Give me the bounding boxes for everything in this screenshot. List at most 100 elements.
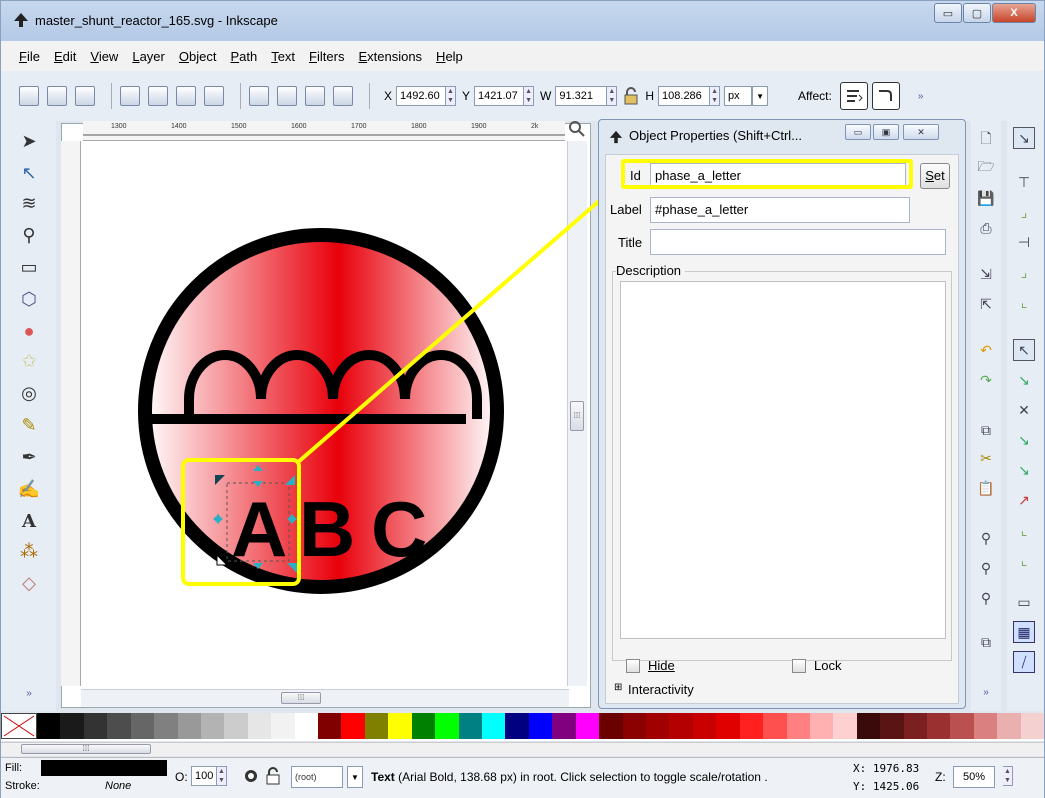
chevron-down-icon[interactable]: ▼ [752, 86, 769, 106]
letter-c[interactable]: C [371, 485, 427, 573]
palette-swatch[interactable] [809, 713, 834, 739]
palette-swatch[interactable] [645, 713, 670, 739]
lock-icon[interactable] [623, 87, 639, 105]
minimize-button[interactable]: ▭ [934, 3, 962, 23]
duplicate-icon[interactable]: ⧉ [975, 631, 997, 653]
snap-bbox-edges-icon[interactable]: ⌟ [1013, 201, 1035, 223]
palette-swatch[interactable] [739, 713, 764, 739]
x-spinner[interactable]: ▲ ▼ [446, 86, 457, 106]
vertical-scrollbar[interactable]: ⁞⁞⁞ [567, 141, 587, 686]
flip-vertical-icon[interactable] [204, 86, 224, 106]
redo-icon[interactable]: ↷ [975, 369, 997, 391]
snap-grid-icon[interactable]: ▦ [1013, 621, 1035, 643]
menu-text[interactable]: Text [271, 49, 295, 64]
zoom-drawing-icon[interactable]: ⚲ [975, 557, 997, 579]
open-icon[interactable]: 🗁 [975, 157, 997, 179]
palette-swatch[interactable] [856, 713, 881, 739]
menu-view[interactable]: View [90, 49, 118, 64]
rectangle-tool-icon[interactable]: ▭ [17, 255, 41, 279]
title-input[interactable] [650, 229, 946, 255]
palette-swatch[interactable] [833, 713, 857, 739]
palette-scrollbar[interactable]: ⁞⁞⁞ [1, 742, 1044, 756]
rotate-ccw-icon[interactable] [120, 86, 140, 106]
pencil-tool-icon[interactable]: ✎ [17, 413, 41, 437]
palette-swatch[interactable] [997, 713, 1021, 739]
h-input[interactable]: 108.286 [658, 86, 711, 106]
selector-tool-icon[interactable]: ➤ [17, 129, 41, 153]
lock-checkbox[interactable] [792, 659, 806, 673]
palette-swatch[interactable] [552, 713, 576, 739]
interactivity-expander[interactable]: Interactivity [628, 682, 694, 697]
menu-edit[interactable]: Edit [54, 49, 76, 64]
palette-swatch[interactable] [575, 713, 600, 739]
palette-swatch[interactable] [903, 713, 928, 739]
hide-checkbox[interactable] [626, 659, 640, 673]
palette-swatch[interactable] [130, 713, 155, 739]
dialog-close-button[interactable]: ✕ [903, 124, 939, 140]
menu-object[interactable]: Object [179, 49, 217, 64]
dialog-restore-button[interactable]: ▣ [873, 124, 899, 140]
text-tool-icon[interactable]: A [17, 509, 41, 533]
opacity-input[interactable]: 100 [191, 766, 217, 786]
palette-swatch[interactable] [786, 713, 810, 739]
palette-swatch[interactable] [435, 713, 459, 739]
palette-swatch[interactable] [763, 713, 787, 739]
palette-scroll-thumb[interactable]: ⁞⁞⁞ [21, 744, 151, 754]
snap-smooth-icon[interactable]: ↘ [1013, 459, 1035, 481]
palette-swatch[interactable] [364, 713, 389, 739]
import-icon[interactable]: ⇲ [975, 263, 997, 285]
palette-swatch[interactable] [294, 713, 319, 739]
letter-b[interactable]: B [299, 485, 355, 573]
menu-path[interactable]: Path [230, 49, 257, 64]
palette-swatch[interactable] [107, 713, 131, 739]
dialog-minimize-button[interactable]: ▭ [845, 124, 871, 140]
palette-swatch[interactable] [950, 713, 974, 739]
menu-layer[interactable]: Layer [132, 49, 165, 64]
w-spinner[interactable]: ▲ ▼ [607, 86, 618, 106]
x-input[interactable]: 1492.60 [396, 86, 447, 106]
menu-filters[interactable]: Filters [309, 49, 344, 64]
palette-swatch[interactable] [388, 713, 412, 739]
ellipse-tool-icon[interactable]: ● [17, 319, 41, 343]
lower-icon[interactable] [305, 86, 325, 106]
spray-tool-icon[interactable]: ⁂ [17, 539, 41, 563]
zoom-input[interactable]: 50% [953, 766, 995, 788]
palette-swatch[interactable] [622, 713, 646, 739]
drawing-area[interactable]: A B C [81, 141, 567, 689]
snap-cusp-icon[interactable]: ↘ [1013, 429, 1035, 451]
palette-swatch[interactable] [716, 713, 740, 739]
new-document-icon[interactable]: 🗋 [975, 129, 997, 151]
snap-rotation-center-icon[interactable]: ⌞ [1013, 549, 1035, 571]
toolbar-overflow-icon[interactable]: » [918, 91, 924, 102]
palette-swatch[interactable] [973, 713, 998, 739]
palette-swatch[interactable] [1020, 713, 1045, 739]
palette-swatch[interactable] [37, 713, 61, 739]
zoom-corner-icon[interactable] [567, 119, 587, 139]
palette-swatch[interactable] [880, 713, 904, 739]
export-icon[interactable]: ⇱ [975, 293, 997, 315]
palette-swatch[interactable] [177, 713, 201, 739]
menu-help[interactable]: Help [436, 49, 463, 64]
palette-swatch[interactable] [411, 713, 436, 739]
palette-swatch[interactable] [318, 713, 342, 739]
stroke-indicator[interactable]: None [105, 780, 131, 792]
affect-stroke-width-button[interactable] [839, 82, 868, 110]
layer-lock-icon[interactable] [265, 766, 281, 786]
zoom-selection-icon[interactable]: ⚲ [975, 527, 997, 549]
zoom-tool-icon[interactable]: ⚲ [17, 223, 41, 247]
palette-swatch[interactable] [83, 713, 108, 739]
close-button[interactable]: X [992, 3, 1036, 23]
snap-guide-icon[interactable]: ⧸ [1013, 651, 1035, 673]
print-icon[interactable]: ⎙ [975, 217, 997, 239]
paste-icon[interactable]: 📋 [975, 477, 997, 499]
set-button[interactable]: Set [920, 163, 950, 189]
palette-swatch[interactable] [528, 713, 553, 739]
snap-bbox-corners-icon[interactable]: ⊣ [1013, 231, 1035, 253]
palette-swatch[interactable] [271, 713, 295, 739]
eraser-tool-icon[interactable]: ◇ [17, 571, 41, 595]
palette-swatch[interactable] [458, 713, 483, 739]
pen-tool-icon[interactable]: ✒ [17, 445, 41, 469]
horizontal-scroll-thumb[interactable]: ⁞⁞⁞ [281, 692, 321, 704]
select-all-icon[interactable] [19, 86, 39, 106]
dialog-title-bar[interactable]: Object Properties (Shift+Ctrl... ▭ ▣ ✕ [599, 120, 965, 152]
